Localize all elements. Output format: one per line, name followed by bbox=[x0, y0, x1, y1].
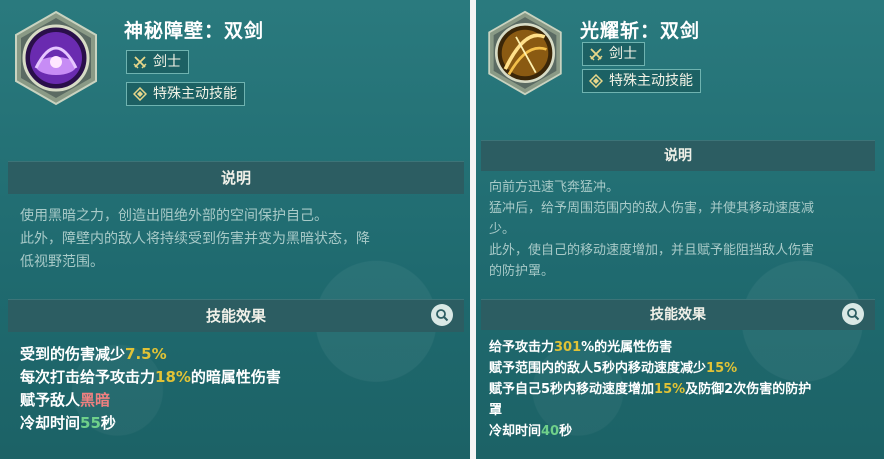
skill-type-tag: 特殊主动技能 bbox=[582, 69, 701, 93]
class-tag-label: 剑士 bbox=[153, 54, 181, 70]
skill-type-label: 特殊主动技能 bbox=[153, 86, 237, 102]
golden-slash-emblem bbox=[482, 10, 578, 106]
effect-line: 冷却时间40秒 bbox=[489, 424, 573, 439]
effects-header: 技能效果 bbox=[481, 299, 875, 330]
desc-line: 此外，障壁内的敌人将持续受到伤害并变为黑暗状态，降 bbox=[20, 231, 370, 247]
desc-line: 使用黑暗之力，创造出阻绝外部的空间保护自己。 bbox=[20, 208, 328, 224]
skill-effects: 受到的伤害减少7.5% 每次打击给予攻击力18%的暗属性伤害 赋予敌人黑暗 冷却… bbox=[20, 343, 281, 435]
skill-effects: 给予攻击力301%的光属性伤害 赋予范围内的敌人5秒内移动速度减少15% 赋予自… bbox=[489, 337, 869, 442]
crossed-swords-icon bbox=[133, 56, 147, 69]
skill-type-label: 特殊主动技能 bbox=[609, 73, 693, 89]
effect-line: 冷却时间55秒 bbox=[20, 414, 116, 432]
effect-line: 每次打击给予攻击力18%的暗属性伤害 bbox=[20, 368, 281, 386]
skill-type-tag: 特殊主动技能 bbox=[126, 82, 245, 106]
description-header: 说明 bbox=[8, 161, 464, 194]
skill-description: 向前方迅速飞奔猛冲。 猛冲后，给予周围范围内的敌人伤害，并使其移动速度减 少。 … bbox=[489, 177, 869, 282]
desc-line: 猛冲后，给予周围范围内的敌人伤害，并使其移动速度减 bbox=[489, 201, 815, 216]
skill-card-left: 神秘障壁：双剑 剑士 特殊主动技能 说明 使用黑暗之力，创造出阻绝外部的空间保护… bbox=[0, 0, 470, 459]
search-icon bbox=[436, 309, 449, 322]
desc-line: 低视野范围。 bbox=[20, 254, 104, 270]
purple-barrier-emblem bbox=[8, 10, 104, 106]
skill-title: 神秘障壁：双剑 bbox=[124, 20, 265, 42]
desc-line: 向前方迅速飞奔猛冲。 bbox=[489, 180, 620, 195]
skill-title: 光耀斩：双剑 bbox=[580, 20, 701, 42]
effect-line: 赋予自己5秒内移动速度增加15%及防御2次伤害的防护 bbox=[489, 382, 812, 397]
class-tag: 剑士 bbox=[582, 42, 645, 66]
effect-line: 赋予范围内的敌人5秒内移动速度减少15% bbox=[489, 361, 738, 376]
effects-header: 技能效果 bbox=[8, 299, 464, 332]
search-button[interactable] bbox=[431, 304, 453, 326]
effect-line: 给予攻击力301%的光属性伤害 bbox=[489, 340, 673, 355]
search-button[interactable] bbox=[842, 303, 864, 325]
effect-line: 赋予敌人黑暗 bbox=[20, 391, 111, 409]
skill-card-right: 光耀斩：双剑 剑士 特殊主动技能 说明 向前方迅速飞奔猛冲。 猛冲后，给予周围范… bbox=[476, 0, 884, 459]
class-tag-label: 剑士 bbox=[609, 46, 637, 62]
skill-description: 使用黑暗之力，创造出阻绝外部的空间保护自己。 此外，障壁内的敌人将持续受到伤害并… bbox=[20, 205, 455, 274]
diamond-skill-icon bbox=[133, 87, 147, 101]
search-icon bbox=[847, 308, 860, 321]
effect-line: 受到的伤害减少7.5% bbox=[20, 345, 167, 363]
description-header: 说明 bbox=[481, 140, 875, 171]
crossed-swords-icon bbox=[589, 48, 603, 61]
desc-line: 此外，使自己的移动速度增加，并且赋予能阻挡敌人伤害 bbox=[489, 243, 815, 258]
diamond-skill-icon bbox=[589, 74, 603, 88]
desc-line: 的防护罩。 bbox=[489, 264, 555, 279]
class-tag: 剑士 bbox=[126, 50, 189, 74]
effect-line: 罩 bbox=[489, 403, 503, 418]
desc-line: 少。 bbox=[489, 222, 516, 237]
